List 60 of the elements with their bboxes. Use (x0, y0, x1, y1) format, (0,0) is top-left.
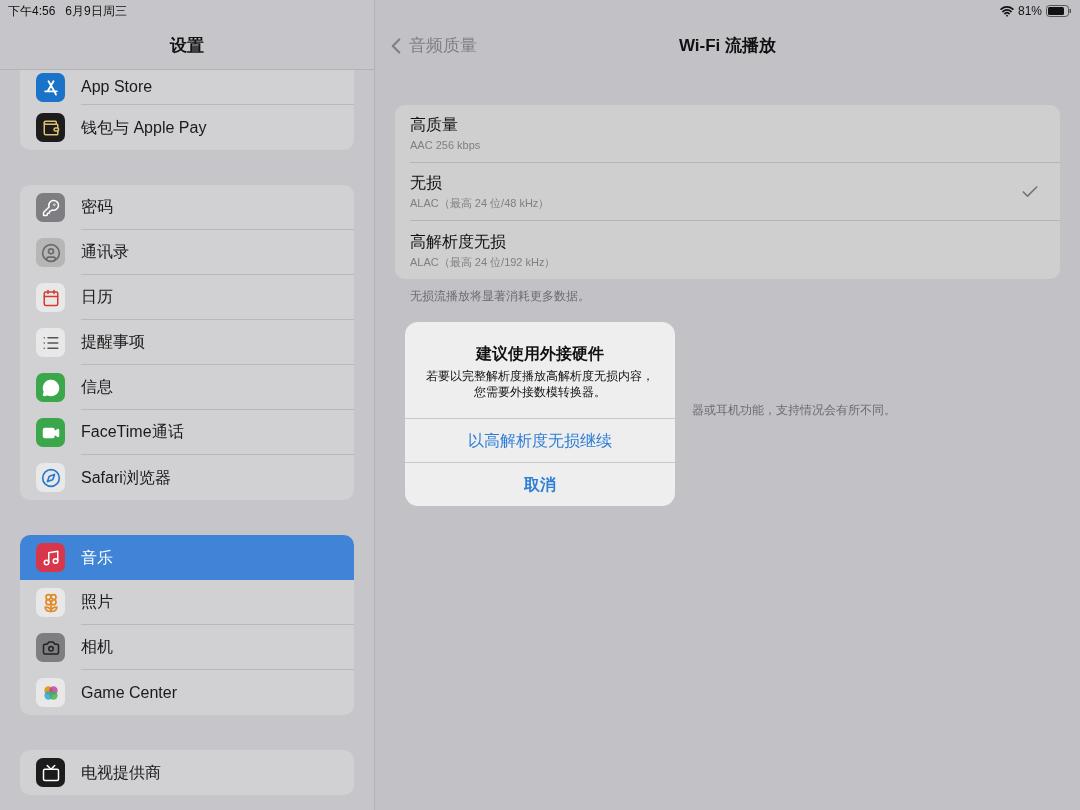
row-label: Safari浏览器 (81, 467, 171, 488)
settings-row[interactable]: 钱包与 Apple Pay (20, 105, 354, 150)
settings-row[interactable]: App Store (20, 70, 354, 105)
sidebar-title: 设置 (170, 34, 204, 57)
reminders-app-icon (36, 328, 65, 357)
quality-option[interactable]: 高解析度无损 ALAC（最高 24 位/192 kHz） (395, 221, 1060, 279)
settings-row[interactable]: Safari浏览器 (20, 455, 354, 500)
row-label: 相机 (81, 637, 113, 657)
settings-row[interactable]: 照片 (20, 580, 354, 625)
alert-button[interactable]: 以高解析度无损继续 (405, 418, 675, 462)
page-title: Wi-Fi 流播放 (678, 35, 777, 58)
status-date: 6月9日周三 (65, 3, 127, 20)
row-label: App Store (81, 77, 153, 97)
option-title: 高解析度无损 (410, 231, 507, 252)
tv-app-icon (36, 758, 65, 787)
row-label: 密码 (81, 197, 113, 217)
calendar-app-icon (36, 283, 65, 312)
row-label: 音乐 (81, 547, 113, 568)
settings-row[interactable]: FaceTime通话 (20, 410, 354, 455)
settings-row[interactable]: 日历 (20, 275, 354, 320)
option-subtitle: AAC 256 kbps (410, 138, 482, 154)
row-label: Game Center (81, 682, 178, 703)
settings-row[interactable]: 相机 (20, 625, 354, 670)
music-app-icon (36, 543, 65, 572)
alert-button[interactable]: 取消 (405, 462, 675, 506)
row-label: 提醒事项 (81, 332, 145, 352)
quality-option[interactable]: 高质量 AAC 256 kbps (395, 105, 1060, 163)
footer-note: 器或耳机功能，支持情况会有所不同。 (691, 402, 897, 419)
alert-message: 若要以完整解析度播放高解析度无损内容，您需要外接数模转换器。 (425, 368, 655, 400)
settings-row[interactable]: 音乐 (20, 535, 354, 580)
settings-row[interactable]: 提醒事项 (20, 320, 354, 365)
wallet-app-icon (36, 113, 65, 142)
settings-row[interactable]: Game Center (20, 670, 354, 715)
settings-row[interactable]: 通讯录 (20, 230, 354, 275)
battery-percent: 81% (1017, 3, 1042, 20)
contacts-app-icon (36, 238, 65, 267)
messages-app-icon (36, 373, 65, 402)
row-label: 通讯录 (81, 242, 129, 262)
row-label: 信息 (81, 377, 113, 397)
settings-row[interactable]: 信息 (20, 365, 354, 410)
row-label: 钱包与 Apple Pay (81, 117, 207, 138)
key-app-icon (36, 193, 65, 222)
option-title: 无损 (410, 173, 443, 194)
option-subtitle: ALAC（最高 24 位/48 kHz） (410, 196, 551, 212)
photos-app-icon (36, 588, 65, 617)
row-label: FaceTime通话 (81, 422, 184, 442)
alert-title: 建议使用外接硬件 (476, 344, 604, 364)
row-label: 照片 (81, 592, 113, 612)
row-label: 日历 (81, 287, 113, 307)
battery-icon (1046, 5, 1072, 17)
wifi-icon (999, 4, 1014, 18)
status-time: 下午4:56 (8, 3, 56, 20)
row-label: 电视提供商 (81, 762, 161, 783)
option-title: 高质量 (410, 115, 459, 136)
footer-note: 无损流播放将显著消耗更多数据。 (409, 288, 591, 305)
option-subtitle: ALAC（最高 24 位/192 kHz） (410, 254, 557, 270)
camera-app-icon (36, 633, 65, 662)
quality-option[interactable]: 无损 ALAC（最高 24 位/48 kHz） (395, 163, 1060, 221)
settings-row[interactable]: 密码 (20, 185, 354, 230)
settings-row[interactable]: 电视提供商 (20, 750, 354, 795)
